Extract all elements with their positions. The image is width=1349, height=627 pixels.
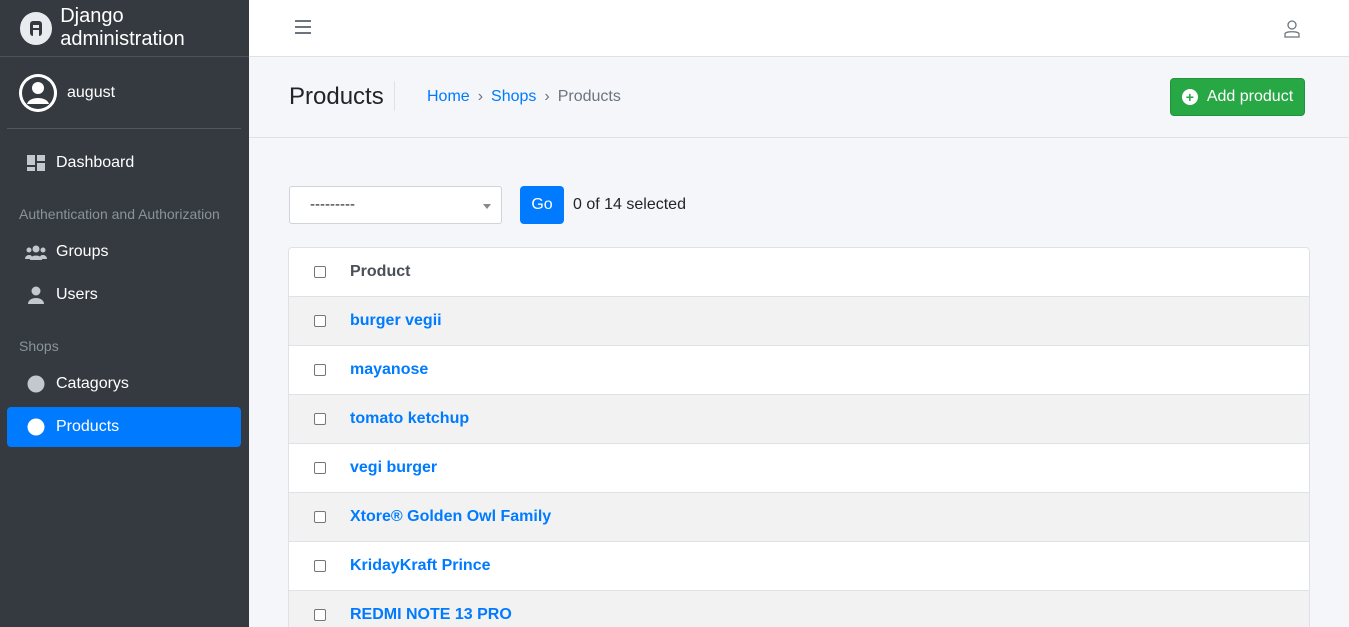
product-link[interactable]: Xtore® Golden Owl Family [350,508,551,526]
product-link[interactable]: burger vegii [350,312,442,330]
breadcrumb-shops[interactable]: Shops [491,88,536,106]
brand-link[interactable]: Django administration [0,0,249,57]
breadcrumb-current: Products [557,88,621,105]
selected-count: 0 of 14 selected [573,196,686,213]
chevron-down-icon [483,204,491,209]
row-checkbox[interactable] [314,315,326,327]
row-checkbox[interactable] [314,364,326,376]
column-header-product[interactable]: Product [350,263,410,281]
product-link[interactable]: vegi burger [350,459,437,477]
sidebar-item-label: Catagorys [56,375,129,392]
user-panel[interactable]: august [7,57,241,129]
sidebar: Django administration august Dashboard A… [0,0,249,627]
results-table: Product burger vegii mayanose tomato ket… [288,247,1310,627]
dashboard-icon [25,153,47,173]
table-row: KridayKraft Prince [289,542,1309,591]
sidebar-nav: Dashboard Authentication and Authorizati… [0,129,249,447]
row-checkbox[interactable] [314,560,326,572]
circle-icon [25,417,47,437]
breadcrumb: Home › Shops › Products [427,88,621,106]
select-all-checkbox[interactable] [314,266,326,278]
sidebar-item-label: Products [56,418,120,435]
table-row: REDMI NOTE 13 PRO [289,591,1309,627]
sidebar-section-header: Shops [19,338,59,354]
breadcrumb-home[interactable]: Home [427,88,470,106]
sidebar-item-groups[interactable]: Groups [7,232,241,272]
product-link[interactable]: KridayKraft Prince [350,557,491,575]
top-navbar [249,0,1349,57]
sidebar-item-users[interactable]: Users [7,275,241,315]
sidebar-item-products[interactable]: Products [7,407,241,447]
product-link[interactable]: mayanose [350,361,428,379]
django-logo-icon [20,11,53,45]
user-icon [25,285,47,305]
divider [394,81,395,111]
table-row: vegi burger [289,444,1309,493]
go-button[interactable]: Go [520,186,564,224]
add-product-button[interactable]: + Add product [1170,78,1305,116]
circle-icon [25,374,47,394]
users-group-icon [25,242,47,262]
table-row: mayanose [289,346,1309,395]
sidebar-section-header: Authentication and Authorization [19,206,220,222]
table-row: Xtore® Golden Owl Family [289,493,1309,542]
breadcrumb-separator: › [544,88,550,105]
user-menu-icon[interactable] [1284,20,1300,38]
brand-title: Django administration [60,5,185,50]
product-link[interactable]: tomato ketchup [350,410,469,428]
action-select-value: --------- [310,196,355,213]
content-header: Products Home › Shops › Products + Add p… [249,57,1349,138]
sidebar-item-label: Users [56,286,98,303]
sidebar-item-catagorys[interactable]: Catagorys [7,364,241,404]
row-checkbox[interactable] [314,413,326,425]
user-name: august [67,83,116,101]
product-link[interactable]: REDMI NOTE 13 PRO [350,606,512,624]
row-checkbox[interactable] [314,609,326,621]
table-row: burger vegii [289,297,1309,346]
actions-bar: --------- Go 0 of 14 selected [289,186,686,224]
add-product-label: Add product [1206,88,1294,105]
page-title: Products [289,83,384,110]
row-checkbox[interactable] [314,462,326,474]
user-avatar-icon [19,73,57,112]
action-select[interactable]: --------- [289,186,502,224]
sidebar-item-label: Dashboard [56,154,135,171]
plus-circle-icon: + [1181,89,1198,105]
table-header: Product [289,248,1309,297]
row-checkbox[interactable] [314,511,326,523]
table-row: tomato ketchup [289,395,1309,444]
sidebar-item-dashboard[interactable]: Dashboard [7,143,241,183]
sidebar-item-label: Groups [56,243,109,260]
menu-toggle-icon[interactable] [295,20,311,34]
breadcrumb-separator: › [477,88,484,105]
